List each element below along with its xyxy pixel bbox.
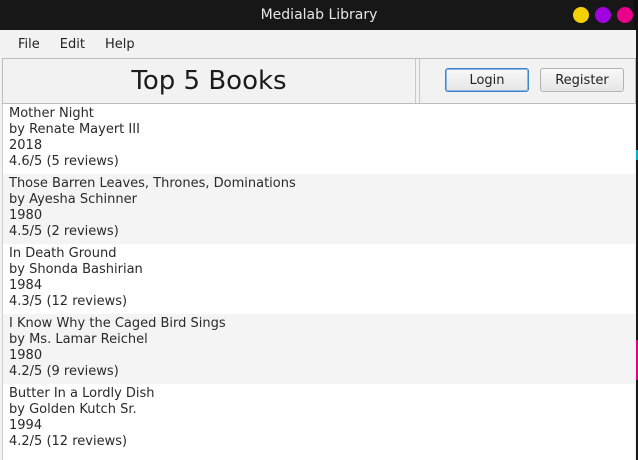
book-title: Those Barren Leaves, Thrones, Domination… bbox=[9, 176, 296, 191]
list-item[interactable]: Those Barren Leaves, Thrones, Domination… bbox=[3, 174, 635, 244]
book-rating: 4.2/5 (9 reviews) bbox=[9, 364, 119, 379]
book-rating: 4.2/5 (12 reviews) bbox=[9, 434, 128, 449]
window-title: Medialab Library bbox=[260, 7, 378, 23]
minimize-button[interactable] bbox=[573, 7, 589, 23]
book-title: In Death Ground bbox=[9, 246, 117, 261]
list-item[interactable]: Butter In a Lordly Dish by Golden Kutch … bbox=[3, 384, 635, 454]
close-button[interactable] bbox=[617, 7, 633, 23]
window-titlebar[interactable]: Medialab Library bbox=[0, 0, 638, 30]
list-item[interactable]: In Death Ground by Shonda Bashirian 1984… bbox=[3, 244, 635, 314]
desktop-edge bbox=[634, 0, 638, 30]
book-author: by Renate Mayert III bbox=[9, 122, 140, 137]
header-bar: Top 5 Books Login Register bbox=[2, 58, 636, 104]
maximize-button[interactable] bbox=[595, 7, 611, 23]
book-year: 2018 bbox=[9, 138, 43, 153]
book-title: Mother Night bbox=[9, 106, 94, 121]
book-author: by Ms. Lamar Reichel bbox=[9, 332, 148, 347]
list-item[interactable]: Mother Night by Renate Mayert III 2018 4… bbox=[3, 104, 635, 174]
menu-edit[interactable]: Edit bbox=[50, 37, 95, 52]
book-author: by Golden Kutch Sr. bbox=[9, 402, 137, 417]
book-year: 1994 bbox=[9, 418, 43, 433]
menu-help[interactable]: Help bbox=[95, 37, 145, 52]
list-item[interactable]: I Know Why the Caged Bird Sings by Ms. L… bbox=[3, 314, 635, 384]
book-author: by Ayesha Schinner bbox=[9, 192, 137, 207]
book-rating: 4.5/5 (2 reviews) bbox=[9, 224, 119, 239]
register-button[interactable]: Register bbox=[540, 68, 624, 92]
book-author: by Shonda Bashirian bbox=[9, 262, 143, 277]
book-rating: 4.6/5 (5 reviews) bbox=[9, 154, 119, 169]
page-title: Top 5 Books bbox=[3, 59, 416, 103]
login-button[interactable]: Login bbox=[445, 68, 529, 92]
header-divider bbox=[419, 59, 420, 103]
menu-file[interactable]: File bbox=[8, 37, 50, 52]
book-year: 1980 bbox=[9, 208, 43, 223]
books-list[interactable]: Mother Night by Renate Mayert III 2018 4… bbox=[2, 104, 635, 460]
book-year: 1980 bbox=[9, 348, 43, 363]
book-title: Butter In a Lordly Dish bbox=[9, 386, 155, 401]
book-rating: 4.3/5 (12 reviews) bbox=[9, 294, 128, 309]
app-window: File Edit Help Top 5 Books Login Registe… bbox=[0, 30, 636, 460]
book-year: 1984 bbox=[9, 278, 43, 293]
book-title: I Know Why the Caged Bird Sings bbox=[9, 316, 226, 331]
menu-bar: File Edit Help bbox=[0, 30, 636, 58]
